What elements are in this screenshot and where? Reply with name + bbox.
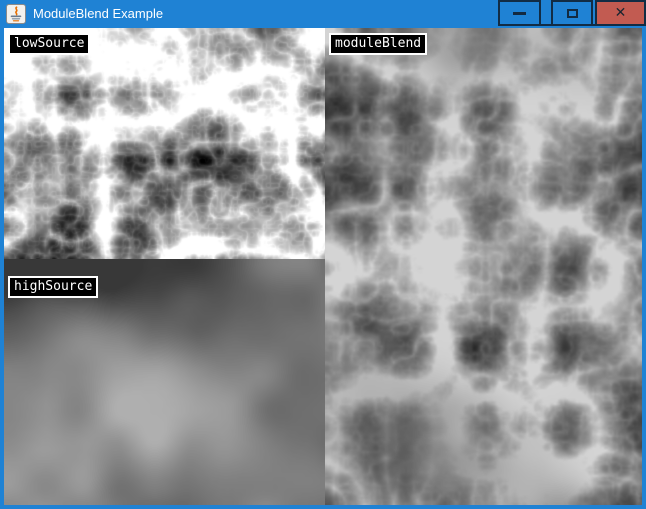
label-moduleblend: moduleBlend [329, 33, 427, 55]
close-icon: ✕ [615, 6, 627, 20]
maximize-button[interactable] [551, 0, 593, 24]
render-area: lowSource moduleBlend highSource [4, 28, 642, 505]
java-app-icon [6, 4, 26, 24]
lowsource-texture [4, 28, 325, 259]
label-highsource: highSource [8, 276, 98, 298]
moduleblend-texture [325, 28, 642, 505]
titlebar[interactable]: ModuleBlend Example ✕ [0, 0, 646, 28]
app-window: ModuleBlend Example ✕ lowSource moduleBl… [0, 0, 646, 509]
minimize-icon [513, 12, 526, 15]
window-title: ModuleBlend Example [33, 0, 163, 27]
label-lowsource: lowSource [8, 33, 90, 55]
close-button[interactable]: ✕ [595, 0, 646, 24]
maximize-icon [567, 9, 578, 18]
minimize-button[interactable] [498, 0, 541, 24]
window-controls: ✕ [498, 0, 646, 26]
